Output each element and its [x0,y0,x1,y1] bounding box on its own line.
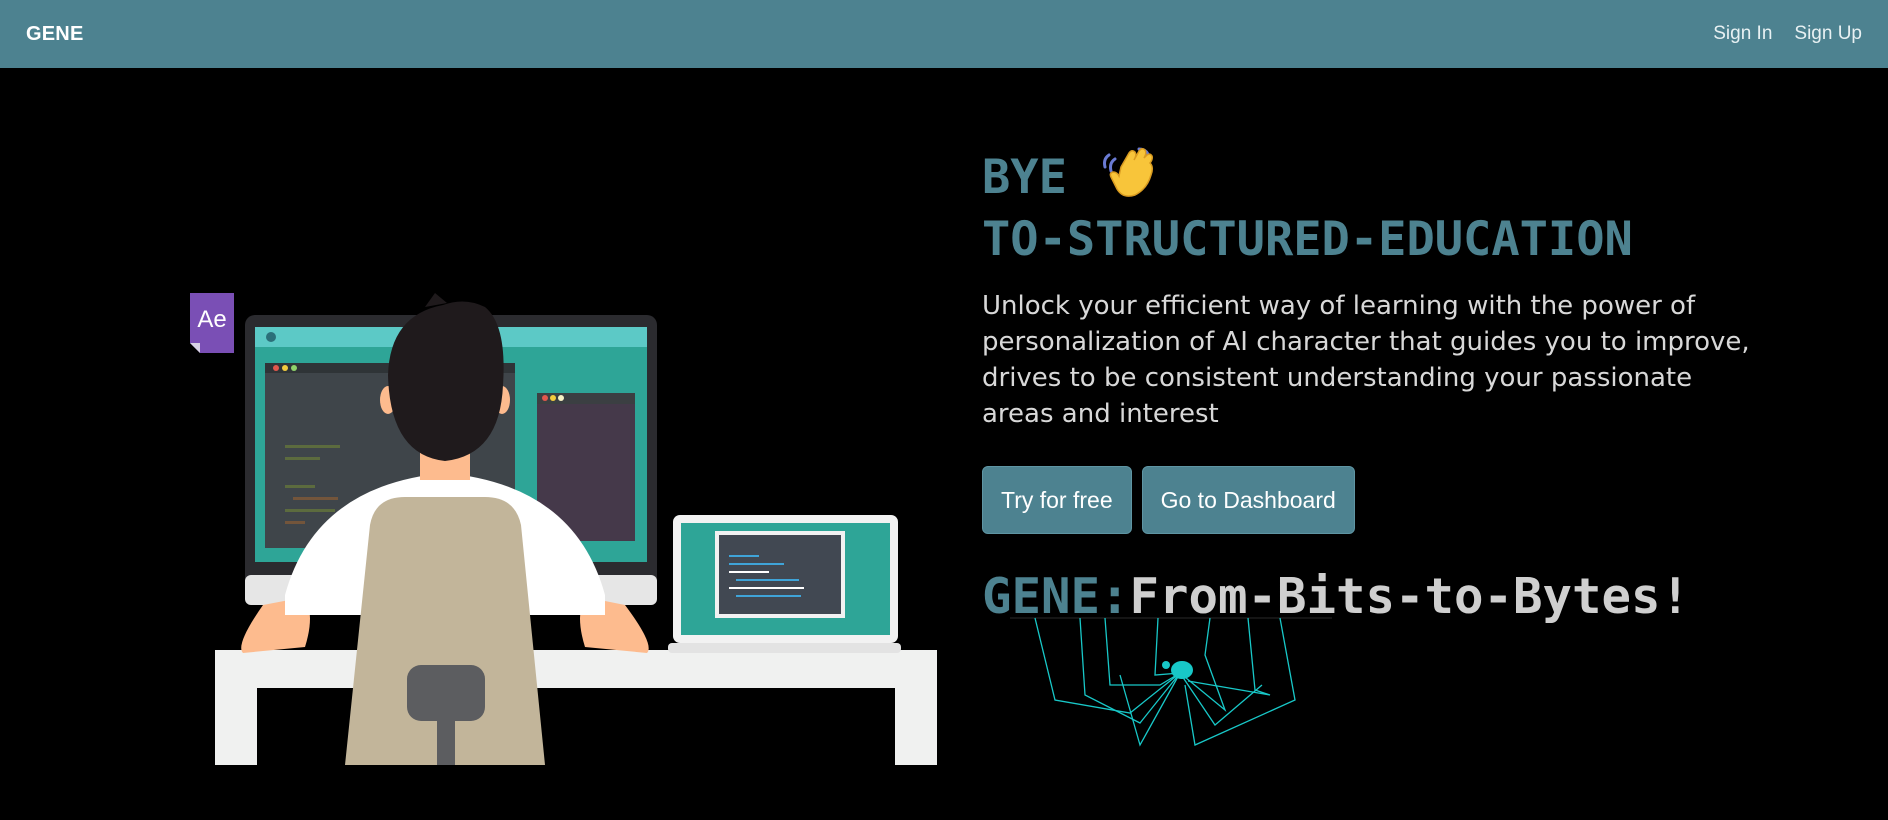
network-spider-graphic [1010,617,1332,747]
after-effects-badge: Ae [190,293,234,353]
hero-title-line2: TO-STRUCTURED-EDUCATION [982,212,1633,267]
nav-links: Sign In Sign Up [1713,23,1862,45]
go-to-dashboard-button[interactable]: Go to Dashboard [1141,466,1355,534]
brand-logo[interactable]: GENE [26,23,83,46]
svg-text:Ae: Ae [197,306,226,333]
sign-up-link[interactable]: Sign Up [1794,23,1862,45]
hero-title-line1: BYE [982,150,1067,205]
cta-buttons: Try for free Go to Dashboard [982,466,1782,534]
hero-description: Unlock your efficient way of learning wi… [982,291,1750,429]
developer-illustration: Ae [190,293,937,765]
sign-in-link[interactable]: Sign In [1713,23,1772,45]
hero-section: BYE TO-STRUCTURED-EDUCATION Unlock your … [982,145,1782,624]
waving-hand-icon [1101,145,1157,212]
try-for-free-button[interactable]: Try for free [982,466,1132,534]
hero-title: BYE TO-STRUCTURED-EDUCATION [982,145,1782,268]
navbar: GENE Sign In Sign Up [0,0,1888,68]
